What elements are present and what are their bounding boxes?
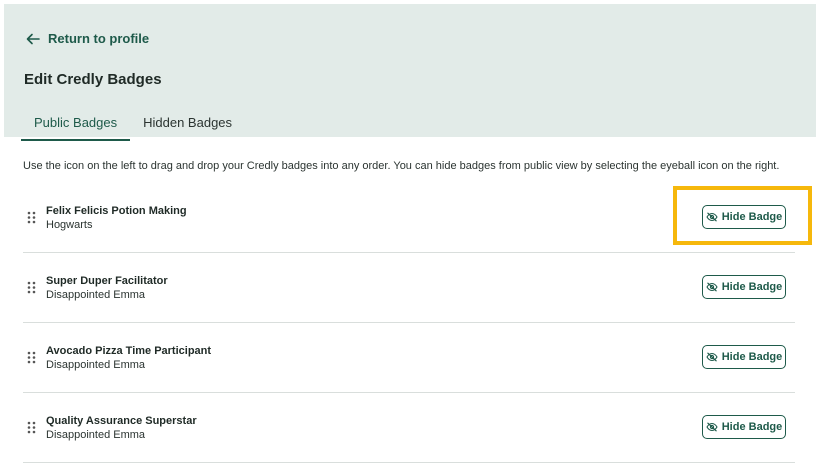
badge-issuer: Disappointed Emma [46, 359, 146, 371]
drag-handle-icon[interactable] [27, 211, 36, 224]
hide-badge-label: Hide Badge [721, 351, 783, 363]
return-to-profile-label: Return to profile [48, 31, 150, 46]
badge-title: Avocado Pizza Time Participant [46, 345, 212, 357]
badge-issuer: Disappointed Emma [46, 429, 146, 441]
eye-slash-icon [706, 212, 718, 222]
badge-title: Quality Assurance Superstar [46, 415, 197, 427]
tab-public-badges[interactable]: Public Badges [21, 112, 131, 141]
hide-badge-button[interactable]: Hide Badge [702, 345, 786, 369]
badge-row: Super Duper Facilitator Disappointed Emm… [23, 253, 795, 323]
badge-issuer: Hogwarts [46, 219, 93, 231]
badge-row: Avocado Pizza Time Participant Disappoin… [23, 323, 795, 393]
hide-badge-label: Hide Badge [721, 211, 783, 223]
badge-issuer: Disappointed Emma [46, 289, 146, 301]
badge-row: Felix Felicis Potion Making Hogwarts Hid… [23, 183, 795, 253]
badge-info: Super Duper Facilitator Disappointed Emm… [46, 274, 168, 302]
hide-badge-button[interactable]: Hide Badge [702, 275, 786, 299]
page-header: Return to profile Edit Credly Badges Pub… [4, 4, 816, 141]
page-title: Edit Credly Badges [24, 71, 162, 88]
badge-info: Quality Assurance Superstar Disappointed… [46, 414, 197, 442]
arrow-left-icon [26, 33, 40, 44]
badge-info: Avocado Pizza Time Participant Disappoin… [46, 344, 211, 372]
badge-title: Super Duper Facilitator [46, 275, 168, 287]
badge-info: Felix Felicis Potion Making Hogwarts [46, 204, 187, 232]
drag-handle-icon[interactable] [27, 421, 36, 434]
badge-row: Quality Assurance Superstar Disappointed… [23, 393, 795, 463]
tab-hidden-badges[interactable]: Hidden Badges [130, 112, 245, 141]
return-to-profile-link[interactable]: Return to profile [26, 31, 149, 46]
badge-title: Felix Felicis Potion Making [46, 205, 187, 217]
hide-badge-label: Hide Badge [721, 281, 783, 293]
drag-handle-icon[interactable] [27, 351, 36, 364]
hide-badge-label: Hide Badge [721, 421, 783, 433]
eye-slash-icon [706, 422, 718, 432]
hide-badge-button[interactable]: Hide Badge [702, 205, 786, 229]
instructions-text: Use the icon on the left to drag and dro… [23, 160, 780, 172]
drag-handle-icon[interactable] [27, 281, 36, 294]
badge-list: Felix Felicis Potion Making Hogwarts Hid… [23, 183, 795, 463]
eye-slash-icon [706, 282, 718, 292]
eye-slash-icon [706, 352, 718, 362]
badge-tabs: Public Badges Hidden Badges [21, 112, 245, 141]
hide-badge-button[interactable]: Hide Badge [702, 415, 786, 439]
